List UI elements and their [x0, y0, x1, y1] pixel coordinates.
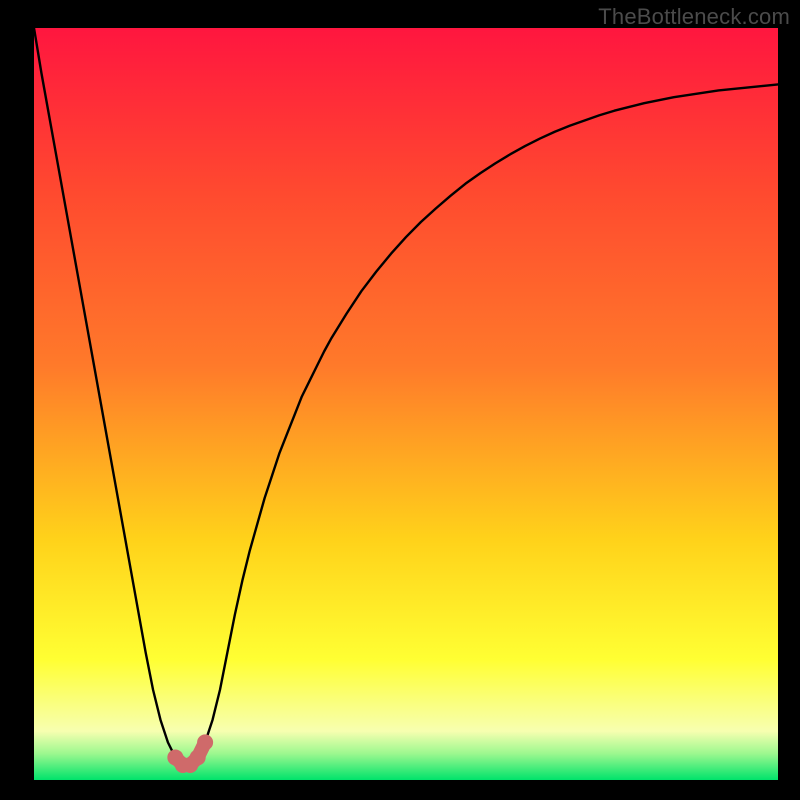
optimal-marker-dot — [190, 749, 206, 765]
gradient-background — [34, 28, 778, 780]
watermark-label: TheBottleneck.com — [598, 4, 790, 30]
outer-frame: TheBottleneck.com — [0, 0, 800, 800]
chart-plot-area — [34, 28, 778, 780]
optimal-marker-dot — [197, 734, 213, 750]
